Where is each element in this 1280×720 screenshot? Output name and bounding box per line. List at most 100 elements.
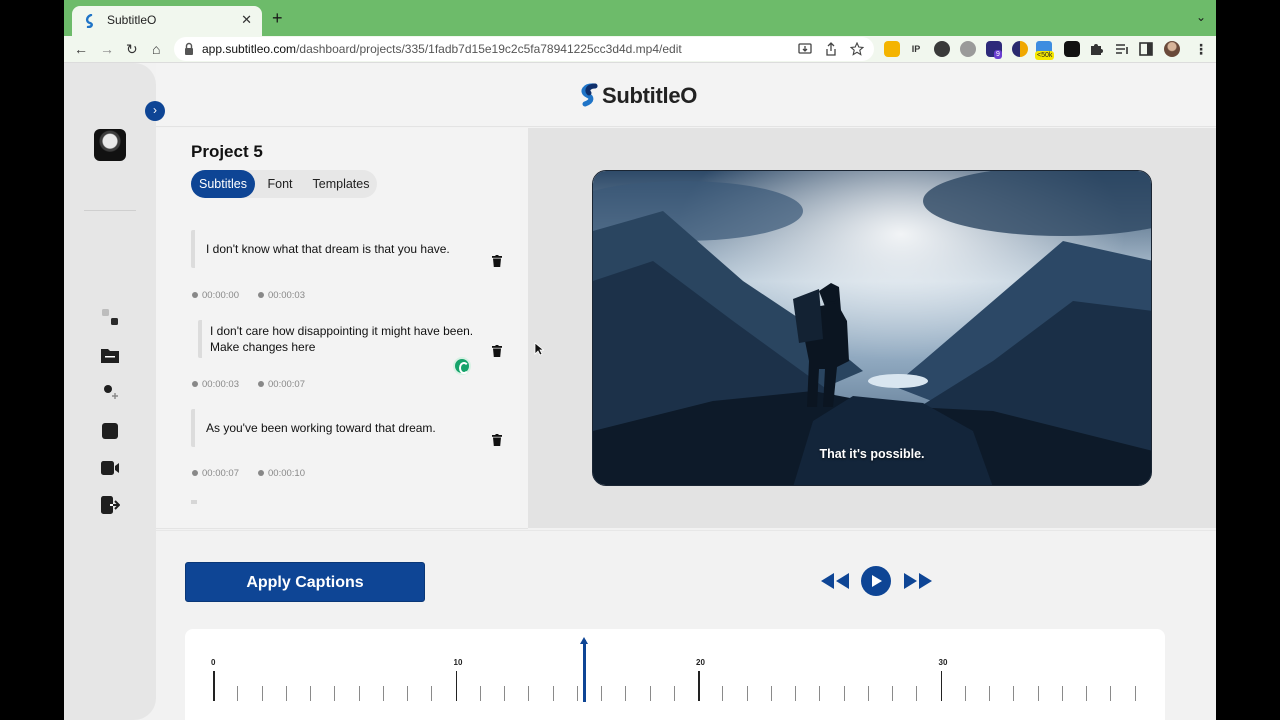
tab-templates[interactable]: Templates	[305, 170, 377, 198]
extension-ip-icon[interactable]: IP	[908, 41, 924, 57]
tab-search-chevron-icon[interactable]: ⌄	[1196, 10, 1206, 24]
browser-menu-icon[interactable]: ⋮	[1194, 39, 1208, 59]
start-time[interactable]: 00:00:03	[192, 379, 239, 390]
subtitle-item: As you've been working toward that dream…	[191, 409, 511, 479]
tab-font[interactable]: Font	[257, 170, 303, 198]
profile-avatar-icon[interactable]	[1164, 41, 1180, 57]
fast-forward-icon[interactable]	[903, 572, 933, 590]
trash-icon[interactable]	[492, 255, 502, 267]
start-time[interactable]: 00:00:00	[192, 290, 239, 301]
extension-gamepad-icon[interactable]	[1064, 41, 1080, 57]
sidebar-expand-button[interactable]: ›	[145, 101, 165, 121]
timeline-tick	[1110, 686, 1112, 701]
dashboard-grid-icon[interactable]	[100, 307, 120, 327]
timeline-tick	[916, 686, 918, 701]
address-bar[interactable]: app.subtitleo.com/dashboard/projects/335…	[174, 37, 874, 61]
timeline-tick	[795, 686, 796, 701]
timeline-tick	[479, 686, 481, 701]
timeline-tick	[673, 686, 675, 701]
timeline-tick	[358, 686, 360, 701]
extension-k-icon[interactable]	[934, 41, 950, 57]
timeline-tick	[601, 686, 602, 701]
end-time[interactable]: 00:00:10	[258, 468, 305, 479]
play-button[interactable]	[861, 566, 891, 596]
extension-globe-icon[interactable]	[960, 41, 976, 57]
timeline-tick	[819, 686, 821, 701]
rail-divider	[84, 210, 136, 211]
subtitleo-logo-icon	[581, 83, 598, 107]
add-user-icon[interactable]	[100, 383, 120, 403]
bookmark-star-icon[interactable]	[850, 42, 864, 56]
back-arrow-icon[interactable]: ←	[74, 39, 88, 59]
timeline-tick	[504, 686, 505, 701]
end-time[interactable]: 00:00:07	[258, 379, 305, 390]
side-panel-icon[interactable]	[1138, 41, 1154, 57]
square-icon[interactable]	[100, 421, 120, 441]
timeline-tick	[576, 686, 578, 701]
timeline-tick	[1086, 686, 1087, 701]
timeline-tick	[625, 686, 627, 701]
trash-icon[interactable]	[492, 434, 502, 446]
reload-icon[interactable]: ↻	[126, 39, 138, 59]
timeline-major-tick	[455, 671, 457, 701]
video-player[interactable]: That it's possible.	[592, 170, 1152, 486]
extension-badge-count: 9	[994, 50, 1002, 59]
extension-bell-icon[interactable]	[884, 41, 900, 57]
clock-icon	[258, 381, 264, 387]
extension-cube-icon[interactable]: 9	[986, 41, 1002, 59]
app-frame: SubtitleO ✕ + ⌄ ← → ↻ ⌂ app.subtitleo.co…	[64, 0, 1216, 720]
tab-close-icon[interactable]: ✕	[241, 12, 252, 28]
lock-icon	[185, 42, 193, 55]
subtitle-text-field[interactable]: As you've been working toward that dream…	[191, 409, 481, 447]
url-domain: app.subtitleo.com	[202, 42, 297, 56]
subtitle-text-field[interactable]: I don't know what that dream is that you…	[191, 230, 481, 268]
video-caption-overlay: That it's possible.	[819, 447, 925, 461]
timeline[interactable]: 0 10 20 30	[185, 629, 1165, 720]
browser-tab[interactable]: SubtitleO ✕	[72, 6, 262, 36]
home-icon[interactable]: ⌂	[152, 39, 160, 59]
clock-icon	[258, 470, 264, 476]
apply-captions-button[interactable]: Apply Captions	[185, 562, 425, 602]
logout-icon[interactable]	[100, 495, 120, 515]
timeline-tick	[1061, 686, 1063, 701]
timeline-label: 30	[938, 658, 948, 667]
timeline-tick	[843, 686, 845, 701]
grammarly-icon[interactable]	[453, 357, 471, 375]
video-preview-pane: That it's possible.	[528, 128, 1216, 528]
subtitle-text: I don't know what that dream is that you…	[206, 242, 450, 256]
timeline-tick	[746, 686, 748, 701]
timeline-label: 20	[696, 658, 705, 667]
user-avatar[interactable]	[94, 129, 126, 161]
forward-arrow-icon[interactable]: →	[100, 39, 114, 59]
install-app-icon[interactable]	[798, 42, 812, 56]
subtitle-text-field[interactable]: I don't care how disappointing it might …	[198, 320, 480, 358]
timeline-tick	[261, 686, 263, 701]
editor-tabs: Subtitles Font Templates	[191, 170, 377, 198]
timeline-major-tick	[213, 671, 215, 701]
end-time[interactable]: 00:00:03	[258, 290, 305, 301]
video-camera-icon[interactable]	[100, 458, 120, 478]
timeline-tick	[431, 686, 433, 701]
timeline-tick	[382, 686, 384, 701]
share-icon[interactable]	[824, 42, 838, 56]
extension-half-circle-icon[interactable]	[1012, 41, 1028, 57]
trash-icon[interactable]	[492, 345, 502, 357]
browser-toolbar: ← → ↻ ⌂ app.subtitleo.com/dashboard/proj…	[64, 36, 1216, 62]
timeline-tick	[867, 686, 869, 701]
start-time[interactable]: 00:00:07	[192, 468, 239, 479]
extension-bird-icon[interactable]: <50k	[1035, 41, 1055, 60]
rewind-icon[interactable]	[820, 572, 850, 590]
new-tab-button[interactable]: +	[272, 9, 283, 27]
extensions-puzzle-icon[interactable]	[1088, 41, 1104, 57]
subtitleo-favicon-icon	[85, 14, 93, 28]
timeline-tick	[528, 686, 530, 701]
folder-icon[interactable]	[100, 345, 120, 365]
timeline-tick	[649, 686, 651, 701]
controls-divider	[156, 530, 1216, 531]
tab-subtitles[interactable]: Subtitles	[191, 170, 255, 198]
timeline-tick	[285, 686, 287, 701]
reading-list-icon[interactable]	[1114, 41, 1130, 57]
timeline-playhead[interactable]	[580, 637, 589, 702]
clock-icon	[192, 470, 198, 476]
timeline-major-tick	[698, 671, 700, 701]
